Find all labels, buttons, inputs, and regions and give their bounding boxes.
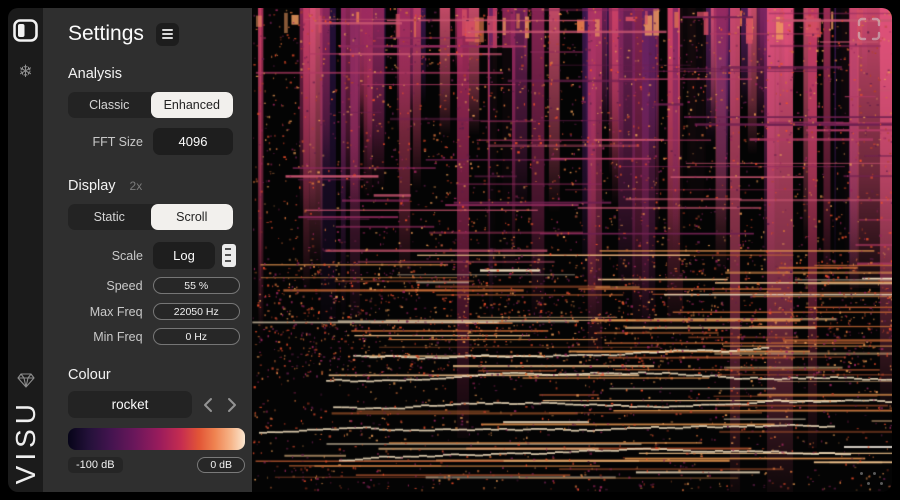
toggle-option-scroll[interactable]: Scroll <box>151 204 234 230</box>
colour-palette-selector[interactable]: rocket <box>68 391 192 418</box>
toggle-option-static[interactable]: Static <box>68 204 151 230</box>
freeze-button[interactable]: ❄ <box>13 59 38 83</box>
spectrogram-canvas <box>252 8 892 492</box>
panel-title: Settings <box>68 22 144 46</box>
menu-button[interactable] <box>156 23 179 46</box>
fullscreen-icon[interactable] <box>856 16 882 42</box>
display-section-heading: Display 2x <box>68 177 240 194</box>
display-mode-toggle: Static Scroll <box>68 204 233 230</box>
colormap-gradient-bar <box>68 428 245 450</box>
scale-ruler-button[interactable] <box>220 243 238 269</box>
hamburger-icon <box>162 29 173 31</box>
settings-panel: Settings Analysis Classic Enhanced FFT S… <box>43 8 252 492</box>
min-freq-label: Min Freq <box>68 330 143 344</box>
analysis-mode-toggle: Classic Enhanced <box>68 92 233 118</box>
analysis-section-heading: Analysis <box>68 65 240 82</box>
speed-label: Speed <box>68 279 143 293</box>
oversampling-badge: 2x <box>130 179 143 193</box>
palette-prev-button[interactable] <box>200 396 216 414</box>
scale-value[interactable]: Log <box>153 242 215 269</box>
resize-grip[interactable] <box>858 470 884 486</box>
max-freq-label: Max Freq <box>68 305 143 319</box>
fft-size-label: FFT Size <box>68 135 143 149</box>
chevron-right-icon <box>226 397 238 413</box>
gem-button[interactable] <box>13 373 38 389</box>
fft-size-value[interactable]: 4096 <box>153 128 233 155</box>
app-window: ❄ VISU Settings Analysis Classic Enhance… <box>8 8 892 492</box>
sidebar-panel-icon <box>13 19 38 42</box>
snowflake-icon: ❄ <box>18 63 32 80</box>
scale-label: Scale <box>68 249 143 263</box>
gem-icon <box>17 373 35 388</box>
colour-section-heading: Colour <box>68 366 240 383</box>
max-freq-value[interactable]: 22050 Hz <box>153 303 240 320</box>
min-freq-value[interactable]: 0 Hz <box>153 328 240 345</box>
speed-value[interactable]: 55 % <box>153 277 240 294</box>
toggle-option-enhanced[interactable]: Enhanced <box>151 92 234 118</box>
min-db-value[interactable]: -100 dB <box>68 457 123 473</box>
max-db-value[interactable]: 0 dB <box>197 457 245 473</box>
sidebar-toggle-button[interactable] <box>13 18 38 42</box>
icon-rail: ❄ VISU <box>8 8 43 492</box>
chevron-left-icon <box>202 397 214 413</box>
brand-logo: VISU <box>12 399 40 484</box>
ruler-icon <box>221 243 237 268</box>
toggle-option-classic[interactable]: Classic <box>68 92 151 118</box>
spectrogram-view <box>252 8 892 492</box>
palette-next-button[interactable] <box>224 396 240 414</box>
